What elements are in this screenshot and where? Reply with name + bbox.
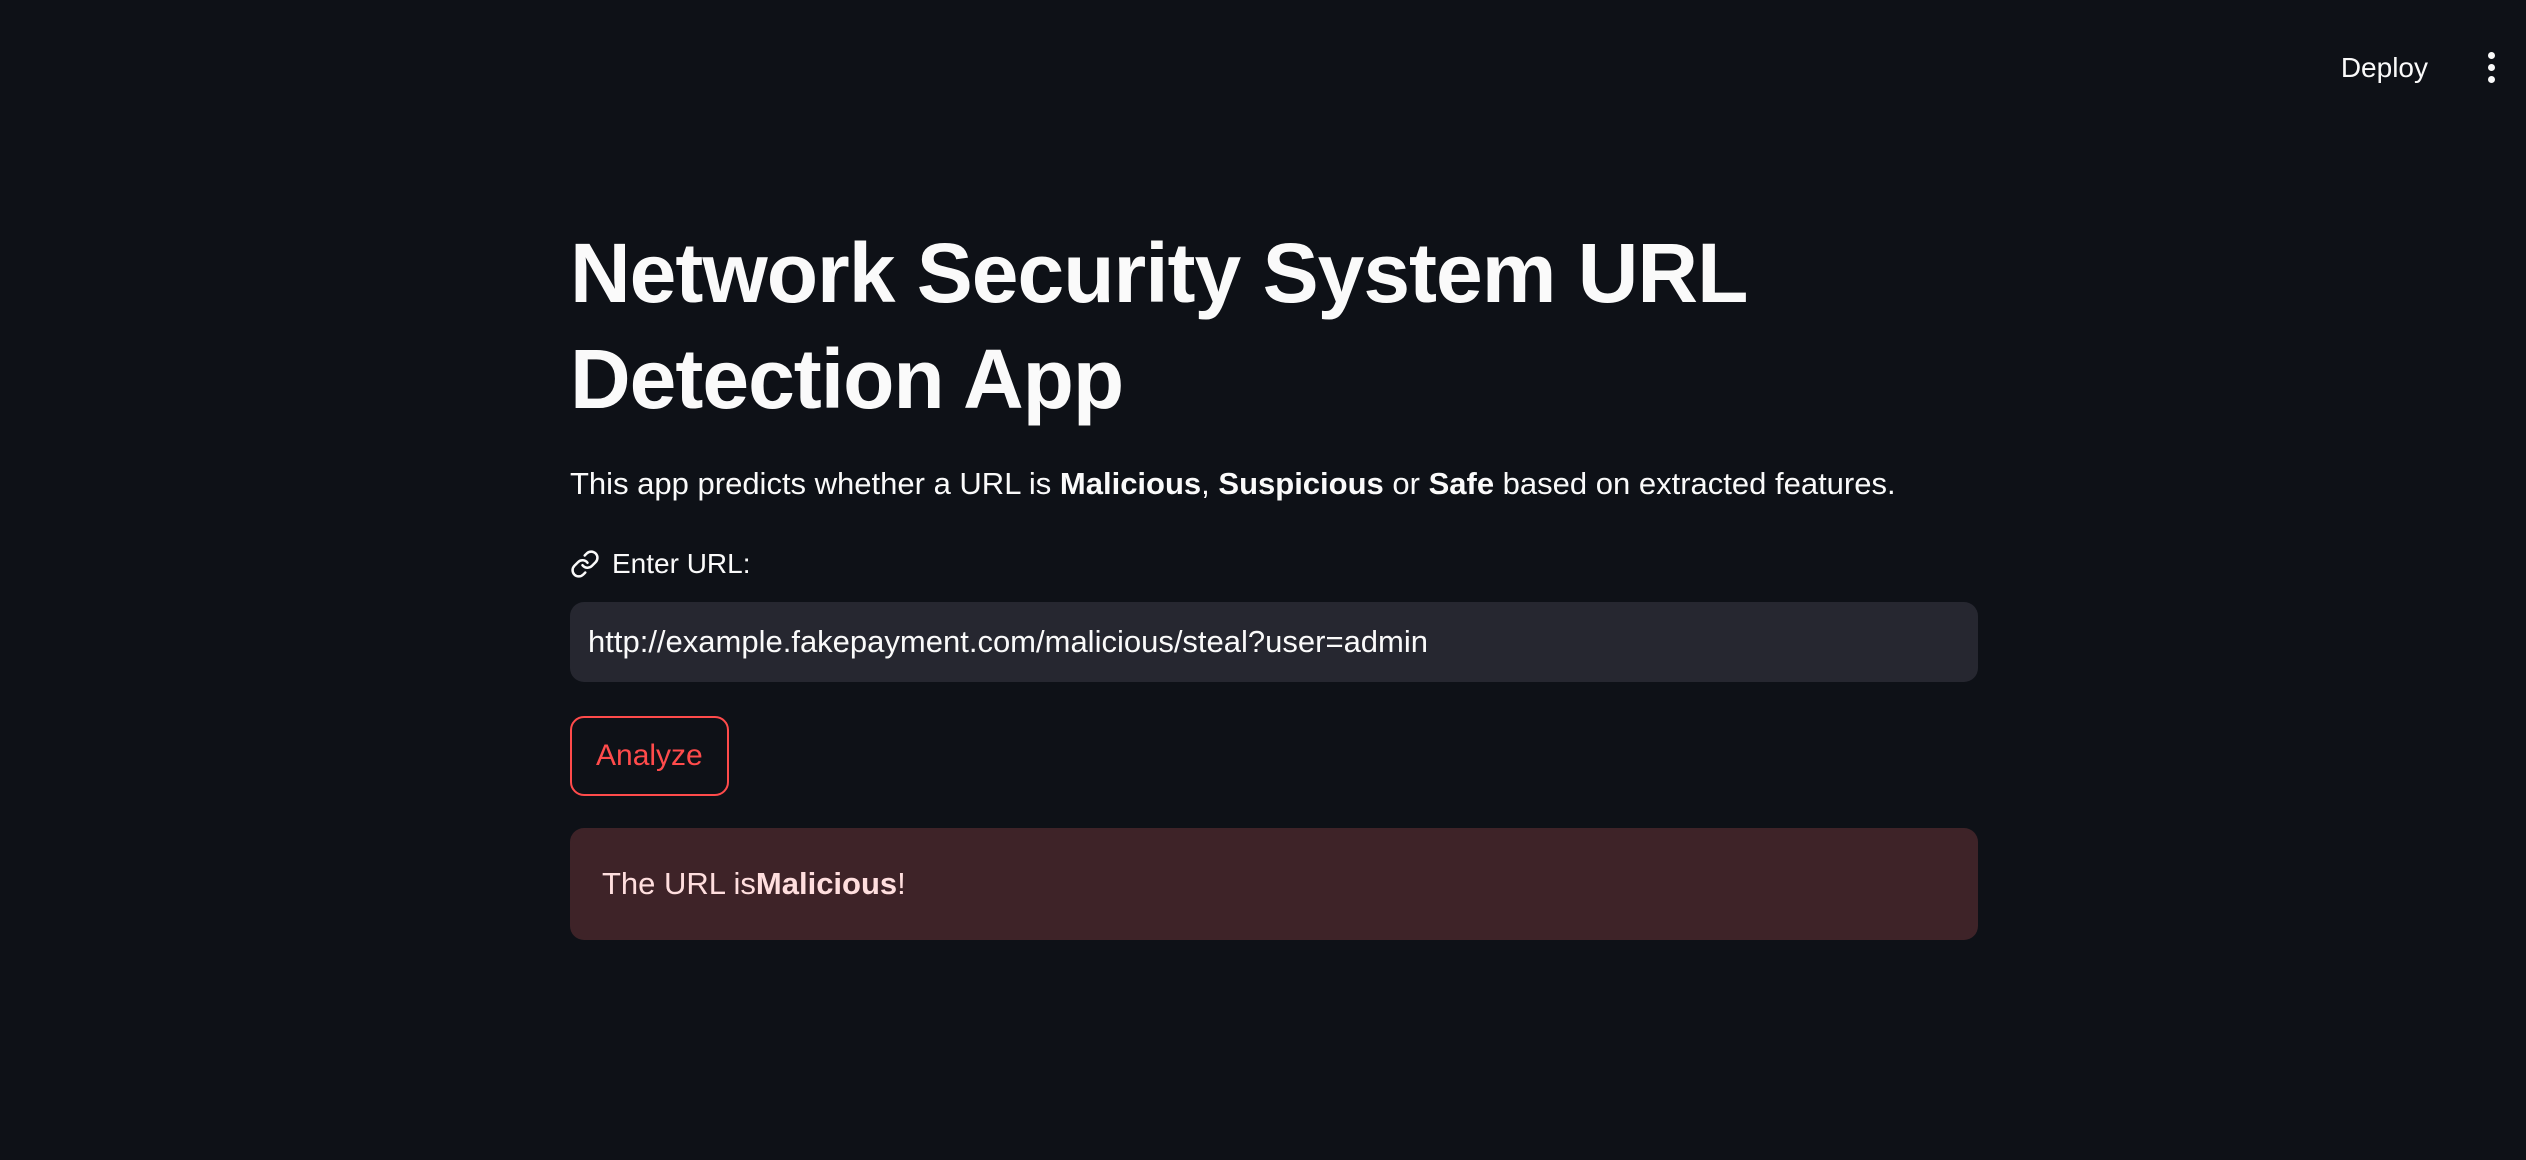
main-menu-button[interactable] xyxy=(2474,42,2508,92)
url-input[interactable] xyxy=(570,602,1978,682)
app-description: This app predicts whether a URL is Malic… xyxy=(570,462,1978,506)
result-prefix: The URL is xyxy=(602,866,756,901)
description-malicious: Malicious xyxy=(1059,466,1202,501)
result-verdict: Malicious xyxy=(755,866,898,901)
page-title: Network Security System URL Detection Ap… xyxy=(570,226,1747,426)
description-separator: or xyxy=(1383,466,1429,501)
vertical-ellipsis-icon xyxy=(2487,51,2495,59)
description-suffix: based on extracted features. xyxy=(1494,466,1896,501)
description-separator: , xyxy=(1201,466,1219,501)
description-safe: Safe xyxy=(1428,466,1495,501)
description-prefix: This app predicts whether a URL is xyxy=(570,466,1060,501)
result-suffix: ! xyxy=(897,866,906,901)
ellipsis-dot xyxy=(2487,75,2495,83)
ellipsis-dot xyxy=(2487,63,2495,71)
analyze-button[interactable]: Analyze xyxy=(570,716,729,796)
main-content: Network Security System URL Detection Ap… xyxy=(570,220,1978,940)
deploy-button[interactable]: Deploy xyxy=(2317,38,2452,98)
link-icon xyxy=(570,549,600,579)
description-suspicious: Suspicious xyxy=(1218,466,1384,501)
url-field-label: Enter URL: xyxy=(570,542,1978,586)
url-label-text: Enter URL: xyxy=(612,548,751,579)
result-alert: The URL is Malicious! xyxy=(570,828,1978,940)
